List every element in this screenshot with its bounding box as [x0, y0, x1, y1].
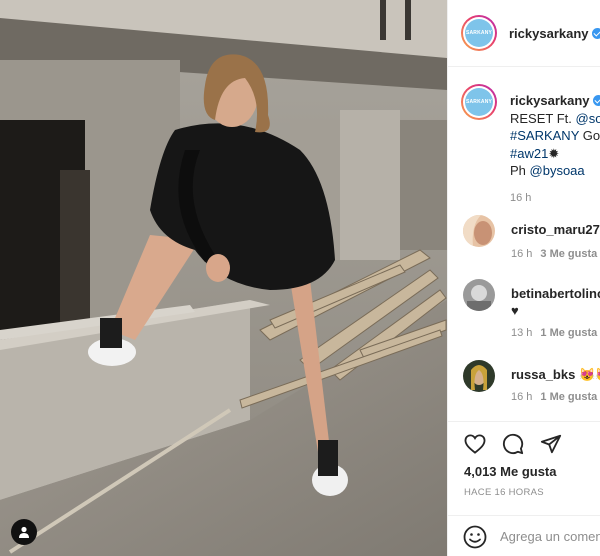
comment-meta: 13 h 1 Me gusta [511, 327, 597, 339]
heart-icon [464, 434, 486, 454]
author-avatar[interactable]: SARKANY [461, 15, 497, 51]
post-actions: 4,013 Me gusta HACE 16 HORAS Agrega un c… [448, 421, 600, 549]
avatar-logo-text: SARKANY [465, 88, 493, 116]
comment-avatar[interactable] [463, 215, 495, 247]
user-tag-icon [19, 526, 29, 538]
post-time[interactable]: HACE 16 HORAS [464, 487, 544, 498]
verified-icon [592, 95, 600, 106]
comment-time[interactable]: 16 h [511, 248, 532, 260]
verified-icon [591, 27, 600, 39]
comment-text: 😻😻😻 [578, 367, 600, 382]
emoji-button[interactable] [463, 525, 487, 554]
add-comment-input[interactable]: Agrega un comentario... [500, 529, 600, 544]
action-icons [463, 432, 563, 456]
caption-username[interactable]: rickysarkany [510, 93, 590, 108]
comment-username[interactable]: betinabertolino [511, 286, 600, 301]
share-button[interactable] [539, 432, 563, 456]
post-side-panel: SARKANY rickysarkany SARKANY rickysarkan… [447, 0, 600, 556]
avatar-logo-text: SARKANY [465, 19, 493, 47]
comment-likes[interactable]: 3 Me gusta [540, 248, 597, 260]
comment-text: ♥ [511, 303, 519, 318]
caption-text: Goo [582, 128, 600, 143]
hashtag-link[interactable]: #SARKANY [510, 128, 579, 143]
comment-button[interactable] [501, 432, 525, 456]
comment-meta: 16 h 1 Me gusta [511, 391, 597, 403]
mention-link[interactable]: @bysoaa [530, 163, 585, 178]
caption-time[interactable]: 16 h [510, 190, 600, 208]
comment-username[interactable]: russa_bks [511, 367, 575, 382]
share-icon [540, 434, 562, 454]
comment-meta: 16 h 3 Me gusta [511, 248, 597, 260]
caption-emoji: ✹ [548, 145, 560, 161]
post-header: SARKANY rickysarkany [448, 0, 600, 67]
comment-username[interactable]: cristo_maru27 [511, 222, 600, 237]
comment-time[interactable]: 16 h [511, 391, 532, 403]
caption-text: RESET Ft. [510, 110, 576, 126]
likes-count[interactable]: 4,013 Me gusta [464, 464, 557, 479]
comment-avatar[interactable] [463, 360, 495, 392]
emoji-icon [463, 525, 487, 549]
add-comment-bar: Agrega un comentario... [448, 515, 600, 556]
comment-icon [502, 433, 524, 455]
author-username[interactable]: rickysarkany [509, 26, 600, 41]
post-photo[interactable] [0, 0, 447, 556]
comment-likes[interactable]: 1 Me gusta [540, 327, 597, 339]
photo-scene [0, 0, 447, 556]
comment-likes[interactable]: 1 Me gusta [540, 391, 597, 403]
tag-people-button[interactable] [11, 519, 37, 545]
hashtag-link[interactable]: #aw21 [510, 146, 548, 161]
caption-text: Ph [510, 163, 530, 178]
comment-avatar[interactable] [463, 279, 495, 311]
like-button[interactable] [463, 432, 487, 456]
mention-link[interactable]: @soff [576, 111, 600, 126]
comment-time[interactable]: 13 h [511, 327, 532, 339]
caption-avatar[interactable]: SARKANY [461, 84, 497, 120]
